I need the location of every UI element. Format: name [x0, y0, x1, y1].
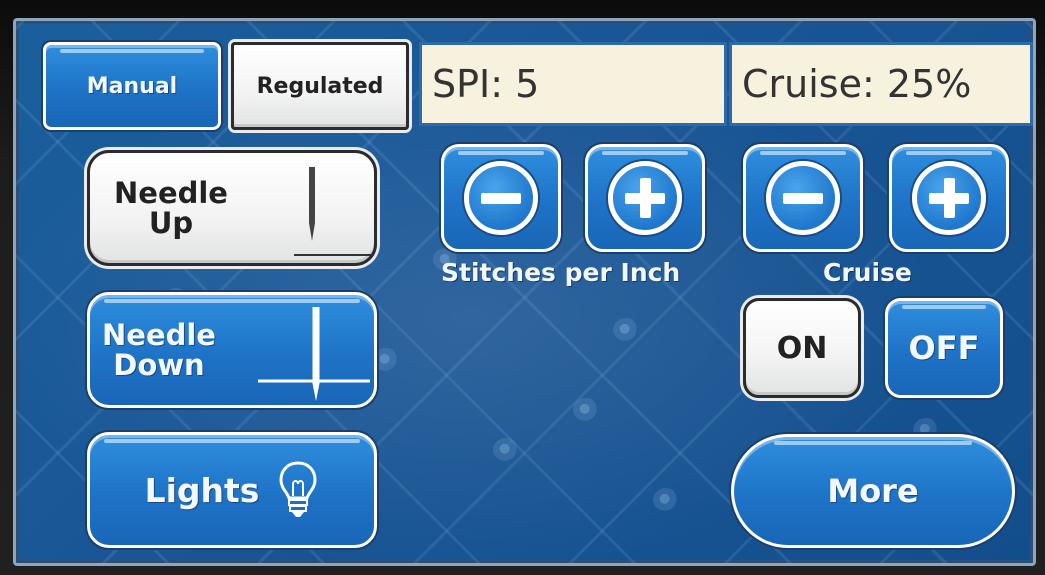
needle-up-label-line2: Up [148, 206, 194, 240]
decorative-rose [573, 398, 599, 422]
button-highlight [602, 151, 688, 155]
minus-icon [464, 161, 538, 235]
plus-icon [608, 161, 682, 235]
needle-up-icon [294, 167, 374, 256]
cruise-off-button[interactable]: OFF [885, 298, 1003, 398]
needle-up-button[interactable]: Needle Up [87, 150, 377, 266]
needle-down-button[interactable]: Needle Down [87, 292, 377, 408]
cruise-on-button[interactable]: ON [743, 298, 861, 398]
manual-button[interactable]: Manual [43, 42, 221, 130]
light-bulb-icon [279, 461, 317, 517]
decorative-rose [653, 488, 679, 512]
regulated-button[interactable]: Regulated [231, 42, 409, 130]
minus-icon [766, 161, 840, 235]
lights-button-label: Lights [144, 470, 260, 510]
more-button[interactable]: More [731, 434, 1015, 548]
button-highlight [60, 49, 204, 53]
needle-up-label-line1: Needle [114, 175, 228, 210]
more-button-label: More [827, 472, 919, 510]
stitches-per-inch-label: Stitches per Inch [441, 258, 681, 287]
cruise-increase-button[interactable] [889, 144, 1009, 252]
spi-readout: SPI: 5 [419, 42, 727, 126]
cruise-decrease-button[interactable] [743, 144, 863, 252]
plus-icon [912, 161, 986, 235]
decorative-rose [493, 438, 519, 462]
cruise-off-label: OFF [908, 329, 980, 367]
cruise-readout-text: Cruise: 25% [742, 62, 972, 106]
spi-increase-button[interactable] [585, 144, 705, 252]
needle-down-label: Needle Down [102, 317, 216, 382]
decorative-rose [613, 318, 639, 342]
cruise-readout: Cruise: 25% [729, 42, 1033, 126]
needle-up-label: Needle Up [114, 175, 228, 240]
cruise-on-label: ON [776, 330, 828, 366]
regulated-button-label: Regulated [256, 73, 384, 99]
button-highlight [902, 305, 986, 309]
button-highlight [104, 439, 360, 443]
needle-down-label-line2: Down [113, 348, 205, 382]
button-highlight [906, 151, 992, 155]
spi-readout-text: SPI: 5 [432, 62, 540, 106]
button-highlight [774, 441, 972, 445]
button-highlight [458, 151, 544, 155]
needle-down-label-line1: Needle [102, 317, 216, 352]
needle-down-icon [258, 307, 370, 401]
button-highlight [760, 151, 846, 155]
cruise-label: Cruise [823, 258, 912, 287]
touch-screen: Manual Regulated SPI: 5 Cruise: 25% Need… [13, 18, 1036, 566]
lights-button[interactable]: Lights [87, 432, 377, 548]
spi-decrease-button[interactable] [441, 144, 561, 252]
manual-button-label: Manual [86, 73, 178, 99]
